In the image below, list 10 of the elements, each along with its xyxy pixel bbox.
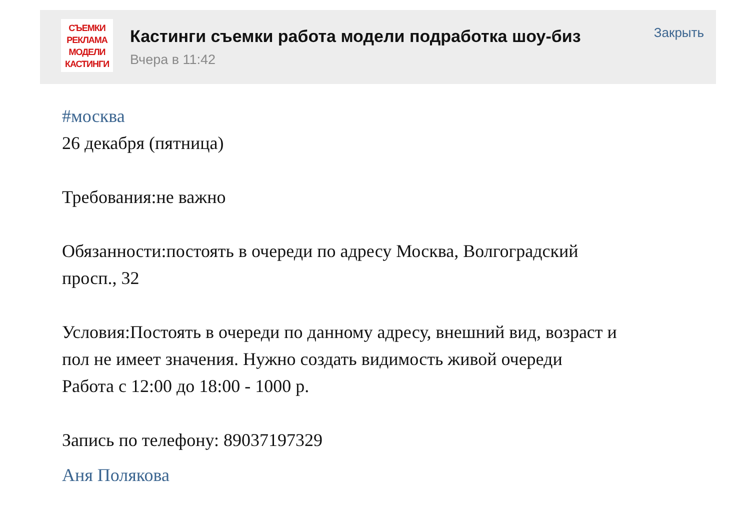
author-link[interactable]: Аня Полякова <box>62 462 170 489</box>
post-paragraph: Требования:не важно <box>62 186 226 209</box>
group-title[interactable]: Кастинги съемки работа модели подработка шоу-биз <box>130 27 654 47</box>
post-paragraph: Обязанности:постоять в очереди по адресу Москва, Волгоградский просп., 32 <box>62 240 578 290</box>
hashtag-link[interactable]: #москва <box>62 103 125 130</box>
post-paragraph: 26 декабря (пятница) <box>62 132 224 155</box>
group-logo: СЪЕМКИ РЕКЛАМА МОДЕЛИ КАСТИНГИ <box>61 19 113 72</box>
post-paragraph: Условия:Постоять в очереди по данному адресу, внешний вид, возраст и пол не имеет значения. Нужно создать видимость живой очереди Работа с 12:00 до 18:00 - 1000 р. <box>62 321 617 398</box>
close-link[interactable]: Закрыть <box>654 25 704 40</box>
post-paragraph: Запись по телефону: 89037197329 <box>62 429 322 452</box>
